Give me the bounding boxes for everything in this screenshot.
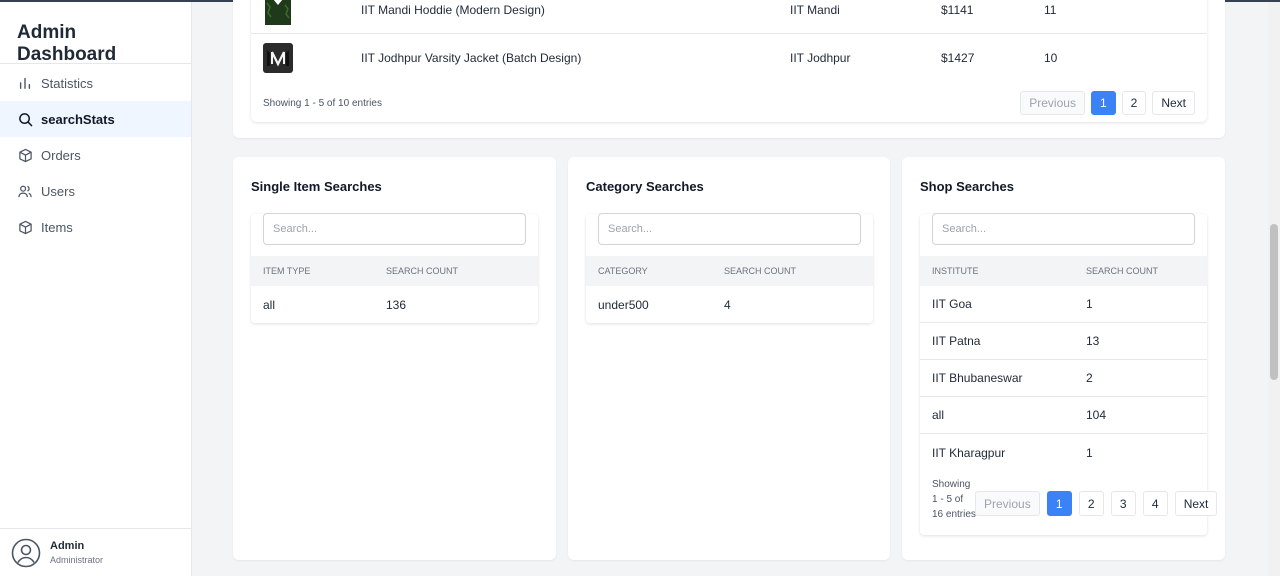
item-institute: IIT Mandi: [790, 2, 840, 17]
previous-page-button[interactable]: Previous: [975, 491, 1040, 516]
item-count: 11: [1044, 2, 1057, 17]
table-row[interactable]: under500 4: [586, 286, 873, 323]
shop-table: INSTITUTE SEARCH COUNT IIT Goa 1 IIT Pat…: [920, 213, 1218, 535]
pagination: Previous 1 2 Next: [1014, 91, 1195, 115]
table-header: ITEM TYPE SEARCH COUNT: [251, 256, 538, 286]
column-header: CATEGORY: [598, 266, 648, 276]
page-2-button[interactable]: 2: [1121, 91, 1147, 115]
pagination: Previous 1 2 3 4 Next: [968, 491, 1218, 516]
row-count: 13: [1086, 334, 1100, 348]
search-input[interactable]: [263, 213, 526, 245]
item-name: IIT Jodhpur Varsity Jacket (Batch Design…: [361, 51, 582, 65]
single-item-searches-card: Single Item Searches ITEM TYPE SEARCH CO…: [233, 157, 556, 560]
sidebar-item-label: Orders: [41, 147, 81, 163]
table-row[interactable]: IIT Bhubaneswar 2: [920, 360, 1207, 397]
row-key: IIT Kharagpur: [932, 445, 1006, 460]
user-role: Administrator: [50, 555, 104, 565]
row-count: 1: [1086, 445, 1093, 460]
entries-summary: Showing 1 - 5 of 10 entries: [263, 97, 382, 109]
bar-chart-icon: [17, 75, 33, 91]
sidebar: Admin Dashboard Statistics searchStats O…: [0, 2, 192, 576]
item-price: $1141: [941, 2, 974, 17]
box-icon: [17, 219, 33, 235]
search-input[interactable]: [598, 213, 861, 245]
page-3-button[interactable]: 3: [1110, 491, 1136, 516]
items-table: IIT Mandi Hoddie (Modern Design) IIT Man…: [251, 0, 1207, 122]
table-row[interactable]: IIT Mandi Hoddie (Modern Design) IIT Man…: [251, 0, 1207, 34]
page-1-button[interactable]: 1: [1046, 491, 1072, 516]
row-count: 2: [1086, 371, 1093, 385]
row-count: 1: [1086, 297, 1093, 311]
category-searches-card: Category Searches CATEGORY SEARCH COUNT …: [568, 157, 890, 560]
row-key: all: [932, 408, 945, 422]
row-count: 104: [1086, 408, 1107, 422]
page-4-button[interactable]: 4: [1142, 491, 1168, 516]
column-header: SEARCH COUNT: [386, 266, 459, 276]
table-header: CATEGORY SEARCH COUNT: [586, 256, 873, 286]
user-profile[interactable]: Admin Administrator: [0, 528, 191, 576]
column-header: ITEM TYPE: [263, 266, 311, 276]
column-header: SEARCH COUNT: [724, 266, 797, 276]
sidebar-item-statistics[interactable]: Statistics: [0, 65, 191, 101]
table-header: INSTITUTE SEARCH COUNT: [920, 256, 1207, 286]
items-table-card: IIT Mandi Hoddie (Modern Design) IIT Man…: [233, 0, 1225, 138]
card-title: Single Item Searches: [251, 179, 382, 194]
scrollbar-thumb[interactable]: [1270, 224, 1278, 380]
sidebar-nav: Statistics searchStats Orders Users Item…: [0, 64, 191, 245]
row-key: IIT Bhubaneswar: [932, 371, 1023, 385]
column-header: INSTITUTE: [932, 266, 979, 276]
table-row[interactable]: IIT Goa 1: [920, 286, 1207, 323]
sidebar-item-label: searchStats: [41, 111, 115, 127]
item-price: $1427: [941, 51, 975, 65]
table-row[interactable]: IIT Kharagpur 1: [920, 434, 1207, 471]
row-key: IIT Patna: [932, 334, 981, 348]
box-icon: [17, 147, 33, 163]
previous-page-button[interactable]: Previous: [1020, 91, 1085, 115]
row-key: all: [263, 297, 276, 312]
table-row[interactable]: IIT Patna 13: [920, 323, 1207, 360]
sidebar-item-searchstats[interactable]: searchStats: [0, 101, 191, 137]
row-key: IIT Goa: [932, 297, 972, 311]
next-page-button[interactable]: Next: [1174, 491, 1218, 516]
sidebar-item-label: Statistics: [41, 75, 94, 91]
single-item-table: ITEM TYPE SEARCH COUNT all 136: [251, 213, 538, 323]
search-icon: [17, 111, 33, 127]
scrollbar[interactable]: [1268, 2, 1280, 576]
category-table: CATEGORY SEARCH COUNT under500 4: [586, 213, 873, 323]
app-title: Admin Dashboard: [0, 2, 191, 65]
user-circle-icon: [11, 538, 41, 568]
product-thumbnail: [263, 43, 293, 73]
item-name: IIT Mandi Hoddie (Modern Design): [361, 2, 545, 17]
column-header: SEARCH COUNT: [1086, 266, 1159, 276]
table-footer: Showing 1 - 5 of 10 entries Previous 1 2…: [263, 88, 1195, 118]
table-row[interactable]: all 104: [920, 397, 1207, 434]
sidebar-item-items[interactable]: Items: [0, 209, 191, 245]
table-body: IIT Goa 1 IIT Patna 13 IIT Bhubaneswar 2…: [920, 286, 1207, 471]
sidebar-item-users[interactable]: Users: [0, 173, 191, 209]
page-2-button[interactable]: 2: [1078, 491, 1104, 516]
sidebar-item-label: Users: [41, 183, 75, 199]
user-name: Admin: [50, 540, 85, 552]
row-count: 136: [386, 297, 407, 312]
item-count: 10: [1044, 51, 1058, 65]
table-row[interactable]: IIT Jodhpur Varsity Jacket (Batch Design…: [251, 34, 1207, 82]
page-1-button[interactable]: 1: [1090, 91, 1116, 115]
next-page-button[interactable]: Next: [1152, 91, 1195, 115]
item-institute: IIT Jodhpur: [790, 51, 851, 65]
row-key: under500: [598, 297, 649, 312]
users-icon: [17, 183, 33, 199]
shop-searches-card: Shop Searches INSTITUTE SEARCH COUNT IIT…: [902, 157, 1225, 560]
row-count: 4: [724, 297, 731, 312]
search-input[interactable]: [932, 213, 1195, 245]
table-footer: Showing 1 - 5 of 16 entries Previous 1 2…: [920, 471, 1218, 535]
table-row[interactable]: all 136: [251, 286, 538, 323]
card-title: Category Searches: [586, 179, 704, 194]
sidebar-item-orders[interactable]: Orders: [0, 137, 191, 173]
sidebar-item-label: Items: [41, 219, 73, 235]
product-thumbnail: [263, 0, 293, 25]
card-title: Shop Searches: [920, 179, 1014, 194]
